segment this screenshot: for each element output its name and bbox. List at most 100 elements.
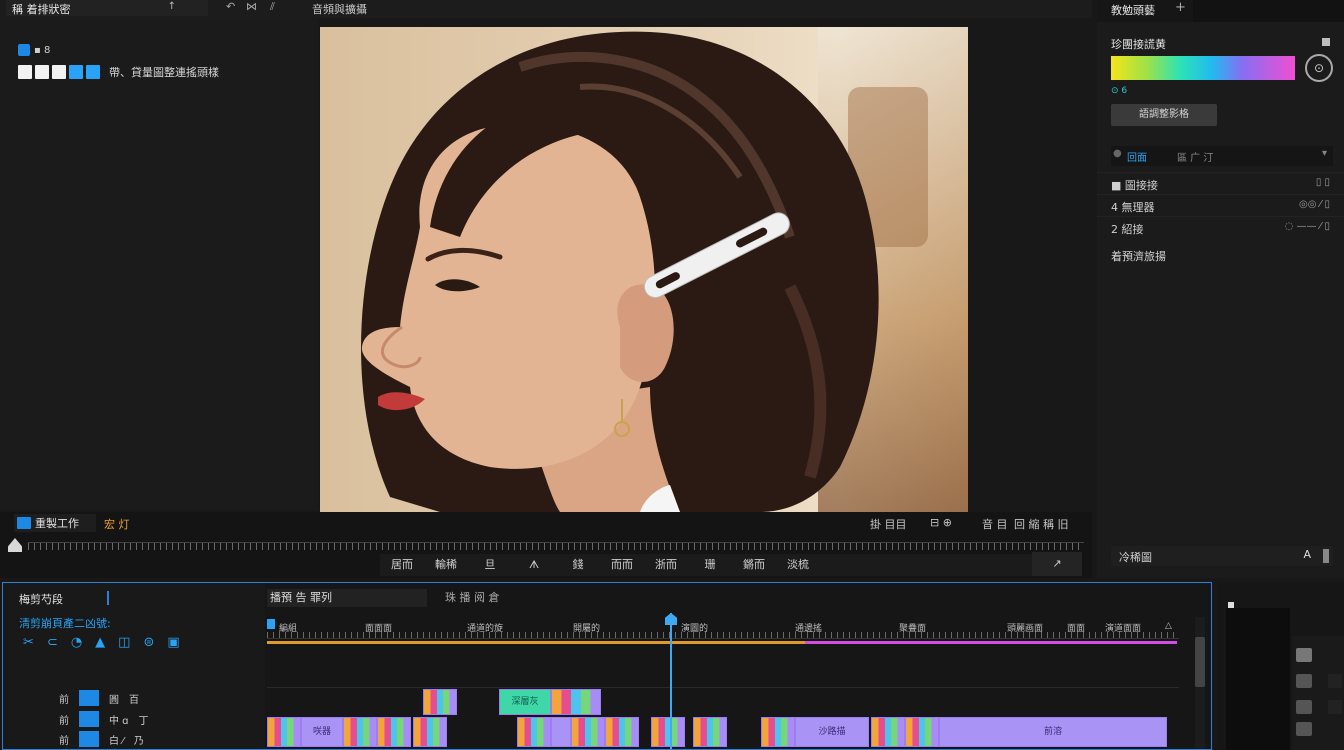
clip-lower-10[interactable] <box>651 717 685 747</box>
time-ruler[interactable]: 編組 面面面 通道的旋 開屬的 演圖的 通邊搖 聚疊面 頭麗画面 面面 演道面面… <box>267 617 1179 639</box>
track-b-1[interactable]: 百 <box>129 691 139 706</box>
upload-icon[interactable]: ↑ <box>168 1 176 12</box>
track-visibility-3[interactable] <box>79 731 99 747</box>
filter-icon[interactable]: ⊜ <box>143 635 154 650</box>
property-row-2[interactable]: 4 無理器 ◎◎ ⁄ ▯ <box>1097 194 1344 216</box>
chevron-down-icon[interactable]: ▾ <box>1322 148 1327 159</box>
toolbar-item-7[interactable]: 浙而 <box>644 554 688 576</box>
property-value-2[interactable]: ◎◎ ⁄ ▯ <box>1299 199 1330 210</box>
section-menu-icon[interactable] <box>1322 38 1330 46</box>
clip-lower-7[interactable] <box>551 717 571 747</box>
split-icon[interactable]: ⋈ <box>246 0 257 13</box>
video-preview[interactable] <box>320 27 968 512</box>
clip-lower-11[interactable] <box>693 717 727 747</box>
mini-tool-1-icon[interactable] <box>1296 648 1312 662</box>
track-a-3[interactable]: 白 ⁄ <box>109 732 124 747</box>
toolbar-item-2[interactable]: 輸稀 <box>424 554 468 576</box>
swatch-blue-2[interactable] <box>86 65 100 79</box>
text-icon[interactable]: A <box>1303 548 1311 561</box>
clip-lower-3[interactable] <box>343 717 377 747</box>
subtab-active[interactable]: 回面 <box>1127 149 1147 164</box>
toolbar-item-3[interactable]: 旦 <box>468 554 512 576</box>
clip-lower-2[interactable]: 咲器 <box>301 717 343 747</box>
track-b-2[interactable]: 丁 <box>139 712 149 727</box>
project-title-dropdown[interactable]: 稱 着排狀密 ↑ <box>6 0 208 16</box>
top-menu-label[interactable]: 音頻與擴攝 <box>312 1 367 17</box>
sequence-tab[interactable]: 播預 告 罪列 <box>267 589 427 607</box>
preview-btn-1[interactable]: 掛 目目 <box>870 516 907 532</box>
link-icon[interactable]: ⊂ <box>47 635 58 650</box>
scroll-handle[interactable] <box>1323 549 1329 563</box>
clip-lower-1[interactable] <box>267 717 301 747</box>
mini-tool-3-icon[interactable] <box>1296 700 1312 714</box>
scrub-bar[interactable] <box>8 538 1084 552</box>
scrub-track[interactable] <box>28 542 1084 550</box>
preview-btn-2[interactable]: ⊟ ⊕ <box>930 516 952 529</box>
toolbar-item-8[interactable]: 珊 <box>688 554 732 576</box>
clip-lower-15[interactable] <box>905 717 939 747</box>
track-a-2[interactable]: 中 ɑ <box>109 712 129 727</box>
clip-upper-3[interactable] <box>551 689 601 715</box>
color-gradient-slider[interactable] <box>1111 56 1295 80</box>
property-value-1[interactable]: ▯ ▯ <box>1316 177 1330 188</box>
property-row-3[interactable]: 2 紹接 ◌ —— ⁄ ▯ <box>1097 216 1344 238</box>
undo-icon[interactable]: ↶ <box>226 0 235 13</box>
toolbar-item-10[interactable]: 淡梳 <box>776 554 820 576</box>
trim-icon[interactable]: ⫽ <box>270 0 275 14</box>
speed-icon[interactable]: ◔ <box>71 635 82 650</box>
circle-icon[interactable]: ● <box>1113 148 1122 159</box>
playhead-handle[interactable] <box>665 613 677 625</box>
clip-upper-teal[interactable]: 深層灰 <box>499 689 551 715</box>
property-value-3[interactable]: ◌ —— ⁄ ▯ <box>1285 221 1330 232</box>
clip-lower-8[interactable] <box>571 717 605 747</box>
track-visibility-1[interactable] <box>79 690 99 706</box>
marker-icon[interactable]: ▲ <box>95 635 105 650</box>
track-visibility-2[interactable] <box>79 711 99 727</box>
mini-tool-4-icon[interactable] <box>1296 722 1312 736</box>
clip-lower-14[interactable] <box>871 717 905 747</box>
inspector-bottom-field[interactable]: 冷稀圖 A <box>1111 546 1333 566</box>
toolbar-item-9[interactable]: 鏘而 <box>732 554 776 576</box>
crop-icon[interactable]: ◫ <box>118 635 130 650</box>
track-b-3[interactable]: 乃 <box>134 732 144 747</box>
timeline-scrollbar[interactable] <box>1195 637 1205 687</box>
timeline-tracks[interactable]: 播預 告 罪列 珠 播 阅 倉 編組 面面面 通道的旋 開屬的 演圖的 通邊搖 … <box>265 583 1211 749</box>
add-tab-icon[interactable]: + <box>1175 0 1186 15</box>
mini-tool-2-icon[interactable] <box>1296 674 1312 688</box>
preview-btn-3[interactable]: 音 目 <box>982 516 1008 532</box>
clip-lower-12[interactable] <box>761 717 795 747</box>
property-row-1[interactable]: ■ 圖接接 ▯ ▯ <box>1097 172 1344 194</box>
swatch-white-2[interactable] <box>35 65 49 79</box>
toolbar-item-6[interactable]: 而而 <box>600 554 644 576</box>
sequence-tab-secondary[interactable]: 珠 播 阅 倉 <box>445 589 500 607</box>
mini-tool-5-icon[interactable] <box>1328 674 1342 688</box>
cut-icon[interactable]: ✂ <box>23 635 34 650</box>
playhead[interactable] <box>670 613 672 749</box>
track-a-1[interactable]: 圓 <box>109 691 119 706</box>
media-panel-header[interactable]: ▪ 8 <box>18 44 50 56</box>
swatch-white-1[interactable] <box>18 65 32 79</box>
eyedropper-icon[interactable]: ⊙ <box>1305 54 1333 82</box>
tab-effects[interactable]: 宏 灯 <box>104 516 130 532</box>
toolbar-item-1[interactable]: 居而 <box>380 554 424 576</box>
clip-lower-13[interactable]: 沙路描 <box>795 717 869 747</box>
track-header-1[interactable]: 前 圓 百 <box>59 690 139 706</box>
track-header-2[interactable]: 前 中 ɑ 丁 <box>59 711 149 727</box>
clip-lower-16[interactable]: 前溶 <box>939 717 1167 747</box>
swatch-row[interactable]: 帶、貸量圖整連搖頭樣 <box>18 64 219 80</box>
tab-work[interactable]: 重製工作 <box>14 514 96 532</box>
clip-lower-6[interactable] <box>517 717 551 747</box>
clip-lower-5[interactable] <box>413 717 447 747</box>
mini-tool-6-icon[interactable] <box>1328 700 1342 714</box>
clip-lower-4[interactable] <box>377 717 411 747</box>
toolbar-item-4[interactable]: ᗑ <box>512 554 556 576</box>
preview-btn-4[interactable]: 回 縮 稱 旧 <box>1014 516 1069 532</box>
track-header-3[interactable]: 前 白 ⁄ 乃 <box>59 731 144 747</box>
clip-upper-1[interactable] <box>423 689 457 715</box>
expand-icon[interactable]: ↗ <box>1032 552 1082 576</box>
clip-lower-9[interactable] <box>605 717 639 747</box>
swatch-blue-1[interactable] <box>69 65 83 79</box>
mini-monitor[interactable] <box>1226 608 1290 750</box>
swatch-white-3[interactable] <box>52 65 66 79</box>
subtab-inactive[interactable]: 區 广 汀 <box>1177 149 1213 164</box>
